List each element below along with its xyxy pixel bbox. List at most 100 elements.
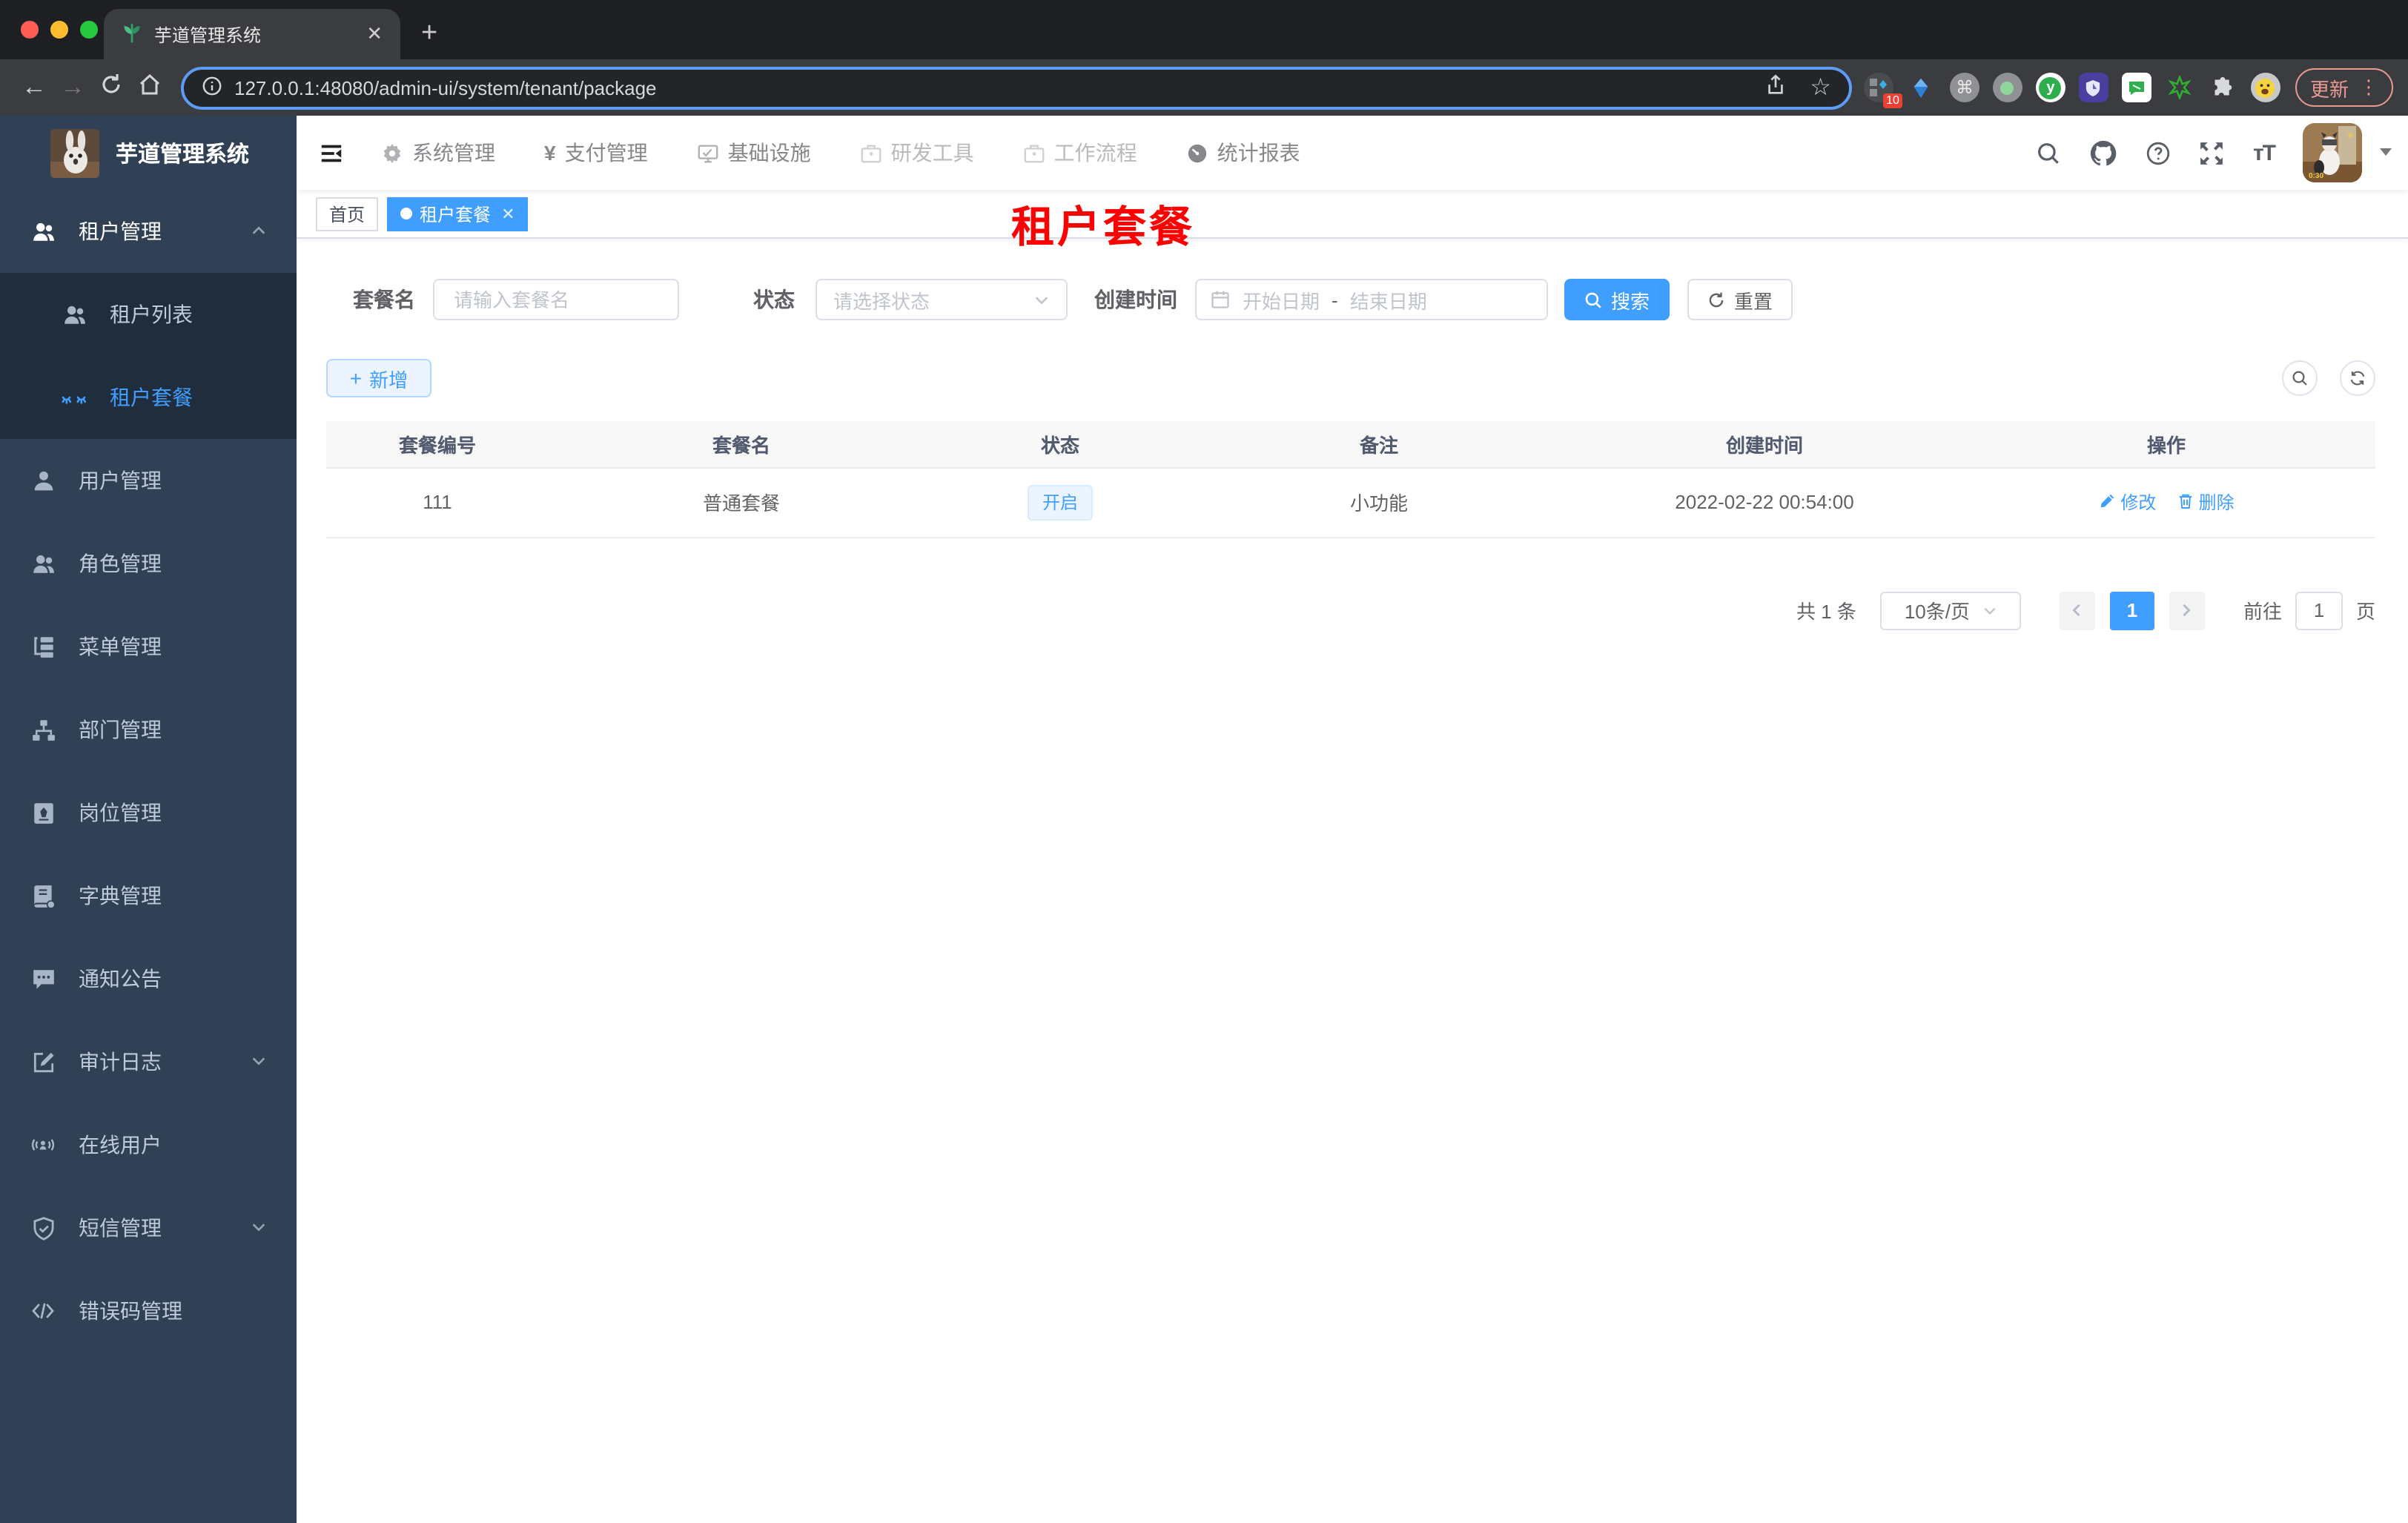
page-size-select[interactable]: 10条/页 <box>1879 591 2021 630</box>
back-icon[interactable]: ← <box>15 73 53 102</box>
cell-status: 开启 <box>934 467 1186 538</box>
top-menu-infra[interactable]: 基础设施 <box>697 138 811 168</box>
sidebar-item-notice[interactable]: 通知公告 <box>0 937 297 1020</box>
caret-down-icon[interactable] <box>2378 139 2393 166</box>
extension-command-icon[interactable]: ⌘ <box>1949 73 1979 102</box>
reset-button-label: 重置 <box>1733 290 1773 312</box>
prev-page-button[interactable] <box>2059 591 2095 630</box>
font-size-icon[interactable]: ᴛT <box>2253 140 2276 165</box>
sidebar-item-label: 字典管理 <box>79 884 162 908</box>
browser-tab[interactable]: 芋道管理系统 ✕ <box>104 9 400 59</box>
close-window-button[interactable] <box>21 21 39 39</box>
extension-record-icon[interactable] <box>1992 73 2022 102</box>
extension-y-icon[interactable]: y <box>2035 73 2065 102</box>
status-select[interactable]: 请选择状态 <box>816 279 1068 320</box>
sidebar-logo[interactable]: 芋道管理系统 <box>0 116 297 190</box>
reset-button[interactable]: 重置 <box>1687 279 1793 320</box>
chevron-down-icon <box>251 1050 267 1074</box>
browser-update-button[interactable]: 更新 ⋮ <box>2295 68 2393 107</box>
package-name-input-field[interactable] <box>451 287 661 312</box>
current-page-button[interactable]: 1 <box>2109 591 2154 630</box>
chevron-right-icon <box>2183 604 2192 617</box>
date-range-picker[interactable]: 开始日期 - 结束日期 <box>1195 279 1548 320</box>
package-name-input[interactable] <box>433 279 679 320</box>
sidebar-item-tenant-list[interactable]: 租户列表 <box>0 273 297 356</box>
profile-avatar-icon[interactable] <box>2250 73 2280 102</box>
bookmark-star-icon[interactable]: ☆ <box>1810 73 1831 102</box>
table-row[interactable]: 111 普通套餐 开启 小功能 2022-02-22 00:54:00 修改 删… <box>326 467 2375 538</box>
search-button[interactable]: 搜索 <box>1564 279 1670 320</box>
reload-icon[interactable] <box>92 72 130 103</box>
zoom-window-button[interactable] <box>80 21 98 39</box>
github-icon[interactable] <box>2090 139 2118 167</box>
sidebar-item-online-users[interactable]: 在线用户 <box>0 1103 297 1186</box>
sidebar-item-label: 菜单管理 <box>79 635 162 658</box>
extension-tabs-icon[interactable]: 10 <box>1863 73 1902 108</box>
tag-home[interactable]: 首页 <box>316 196 379 231</box>
refresh-icon <box>1710 291 1724 307</box>
sidebar-item-label: 部门管理 <box>79 718 162 741</box>
sidebar-item-post-management[interactable]: 岗位管理 <box>0 771 297 854</box>
top-menu-payment[interactable]: ¥ 支付管理 <box>544 138 648 168</box>
sidebar-collapse-icon[interactable] <box>297 140 366 165</box>
site-info-icon[interactable] <box>202 75 222 100</box>
refresh-table-icon[interactable] <box>2340 360 2375 396</box>
delete-link[interactable]: 删除 <box>2177 489 2235 515</box>
sidebar-item-tenant-management[interactable]: 租户管理 <box>0 190 297 273</box>
sidebar-item-sms-management[interactable]: 短信管理 <box>0 1186 297 1269</box>
page-content: 套餐名 状态 请选择状态 创建时间 开始日期 - 结束日期 <box>297 239 2408 1523</box>
minimize-window-button[interactable] <box>50 21 68 39</box>
traffic-lights <box>21 21 98 39</box>
sidebar-item-role-management[interactable]: 角色管理 <box>0 522 297 605</box>
sidebar-menu: 租户管理 租户列表 租户套餐 用户管理 角色管理 菜单管理 部门管理 岗位管理 … <box>0 190 297 1352</box>
sidebar-item-dict-management[interactable]: 字典管理 <box>0 854 297 937</box>
tag-tenant-package[interactable]: 租户套餐 ✕ <box>387 196 529 231</box>
message-icon <box>30 966 56 991</box>
home-icon[interactable] <box>130 72 169 103</box>
extension-star-icon[interactable] <box>2165 73 2194 102</box>
sidebar-item-dept-management[interactable]: 部门管理 <box>0 688 297 771</box>
goto-page-input[interactable] <box>2295 591 2343 630</box>
url-text[interactable]: 127.0.0.1:48080/admin-ui/system/tenant/p… <box>234 76 657 99</box>
show-search-toggle-icon[interactable] <box>2282 360 2318 396</box>
extensions-puzzle-icon[interactable] <box>2208 73 2237 102</box>
forward-icon[interactable]: → <box>53 73 92 102</box>
header-search-icon[interactable] <box>2037 140 2062 165</box>
sidebar-item-tenant-package[interactable]: 租户套餐 <box>0 356 297 439</box>
kebab-menu-icon[interactable]: ⋮ <box>2359 76 2378 99</box>
col-remark: 备注 <box>1186 421 1572 468</box>
extension-shield-icon[interactable] <box>2078 73 2108 102</box>
add-button[interactable]: + 新增 <box>326 359 431 397</box>
top-menu-label: 系统管理 <box>412 141 495 165</box>
user-avatar[interactable]: 0:30 ❀ <box>2303 123 2362 182</box>
fullscreen-icon[interactable] <box>2200 140 2225 165</box>
pencil-icon <box>2100 495 2114 508</box>
end-date-placeholder[interactable]: 结束日期 <box>1350 285 1427 314</box>
sidebar-item-user-management[interactable]: 用户管理 <box>0 439 297 522</box>
top-menu-system[interactable]: 系统管理 <box>381 138 495 168</box>
svg-text:0:30: 0:30 <box>2309 172 2323 180</box>
top-menu-workflow[interactable]: 工作流程 <box>1023 138 1137 168</box>
tab-close-icon[interactable]: ✕ <box>366 22 383 46</box>
sidebar-item-audit-log[interactable]: 审计日志 <box>0 1020 297 1103</box>
sidebar-item-errorcode-management[interactable]: 错误码管理 <box>0 1269 297 1352</box>
top-menu-devtools[interactable]: 研发工具 <box>860 138 974 168</box>
next-page-button[interactable] <box>2169 591 2205 630</box>
tag-close-icon[interactable]: ✕ <box>501 204 515 223</box>
edit-link[interactable]: 修改 <box>2098 489 2156 515</box>
sidebar-item-menu-management[interactable]: 菜单管理 <box>0 605 297 688</box>
gear-icon <box>381 142 403 164</box>
extension-chat-icon[interactable] <box>2121 73 2151 102</box>
col-create-time: 创建时间 <box>1572 421 1957 468</box>
address-bar[interactable]: 127.0.0.1:48080/admin-ui/system/tenant/p… <box>181 66 1852 109</box>
sidebar-item-label: 租户管理 <box>79 219 162 243</box>
top-menu-label: 工作流程 <box>1054 141 1137 165</box>
help-icon[interactable] <box>2146 140 2172 165</box>
new-tab-button[interactable]: + <box>421 18 437 50</box>
share-icon[interactable] <box>1764 74 1786 101</box>
search-button-label: 搜索 <box>1610 290 1650 312</box>
top-menu-report[interactable]: 统计报表 <box>1186 138 1300 168</box>
col-actions: 操作 <box>1957 421 2375 468</box>
start-date-placeholder[interactable]: 开始日期 <box>1243 285 1320 314</box>
extension-gem-icon[interactable] <box>1907 73 1936 102</box>
